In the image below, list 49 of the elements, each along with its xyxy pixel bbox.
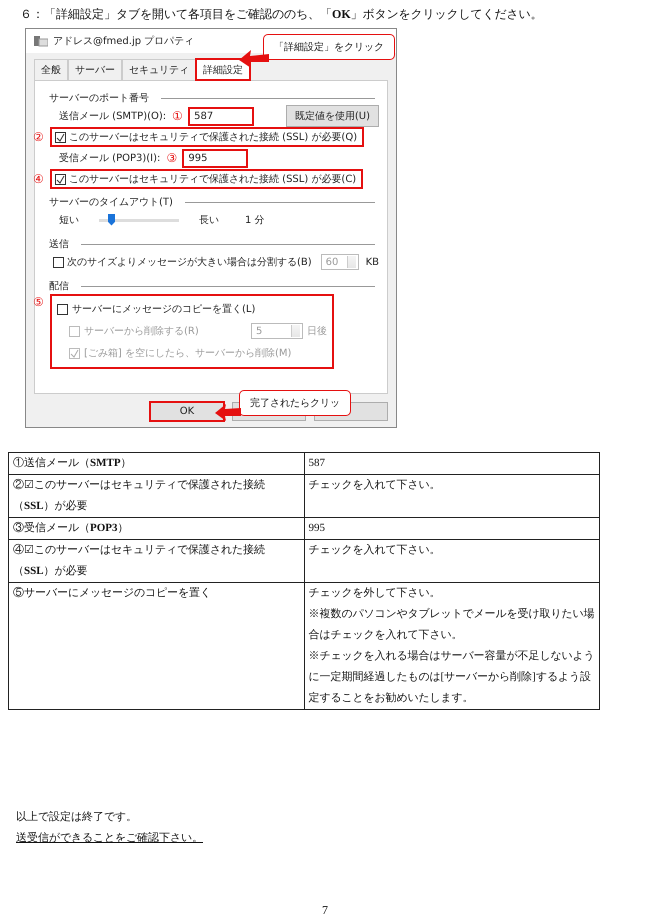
input-field[interactable]: 587	[189, 108, 254, 124]
tab[interactable]: セキュリティ	[122, 59, 196, 80]
step-marker: ②	[33, 130, 45, 144]
field-label: 受信メール (POP3)(I):	[59, 152, 160, 165]
checkbox-label: サーバーから削除する(R)	[84, 324, 199, 338]
step-marker: ④	[33, 172, 45, 186]
default-button[interactable]: 既定値を使用(U)	[286, 105, 379, 127]
callout-tooltip: 「詳細設定」をクリック	[263, 34, 395, 60]
checkbox-label: 次のサイズよりメッセージが大きい場合は分割する(B)	[67, 256, 312, 269]
table-cell: ⑤サーバーにメッセージのコピーを置く	[8, 582, 304, 710]
table-cell: ①送信メール（SMTP）	[8, 452, 304, 474]
slider-min-label: 短い	[59, 214, 79, 227]
table-cell: ④☑このサーバーはセキュリティで保護された接続（SSL）が必要	[8, 540, 304, 582]
ok-button[interactable]: OK	[150, 402, 224, 421]
timeout-reading: 1 分	[245, 214, 265, 227]
field-label: 送信メール (SMTP)(O):	[59, 110, 166, 123]
checkbox-label: サーバーにメッセージのコピーを置く(L)	[72, 302, 256, 316]
table-cell-text: ※複数のパソコンやタブレットでメールを受け取りたい場合はチェックを入れて下さい。	[308, 606, 595, 643]
unit-label: 日後	[307, 325, 327, 338]
page-number: 7	[322, 903, 328, 917]
table-cell: ③受信メール（POP3）	[8, 518, 304, 540]
group-heading: 配信	[49, 280, 69, 293]
group-heading: 送信	[49, 238, 69, 251]
table-cell-text: ※チェックを入れる場合はサーバー容量が不足しないように一定期間経過したものは[サーバーから削除]するよう設定することをお勧めいたします。	[308, 648, 595, 706]
step-marker: ⑤	[33, 295, 45, 311]
checkbox-label: このサーバーはセキュリティで保護された接続 (SSL) が必要(C)	[69, 172, 356, 186]
table-cell-text: 995	[308, 521, 326, 536]
checkbox-label: このサーバーはセキュリティで保護された接続 (SSL) が必要(Q)	[69, 130, 358, 144]
step-marker: ③	[166, 150, 178, 166]
window-title: アドレス@fmed.jp プロパティ	[53, 34, 194, 48]
group-heading: サーバーのポート番号	[49, 92, 149, 105]
checkbox-label: [ごみ箱] を空にしたら、サーバーから削除(M)	[84, 346, 292, 360]
tab[interactable]: 全般	[34, 59, 68, 80]
table-cell-text: チェックを入れて下さい。	[308, 478, 442, 493]
table-cell-text: チェックを入れて下さい。	[308, 543, 442, 558]
closing-text: 送受信ができることをご確認下さい。	[16, 830, 203, 846]
instruction-text: ６：「詳細設定」タブを開いて各項目をご確認ののち、「OK」ボタンをクリックしてください。	[19, 6, 544, 22]
closing-text: 以上で設定は終了です。	[16, 809, 138, 825]
callout-tooltip: 完了されたらクリッ	[239, 390, 351, 416]
tab[interactable]: 詳細設定	[196, 59, 250, 80]
unit-label: KB	[366, 256, 379, 268]
table-cell-text: チェックを外して下さい。	[308, 586, 442, 601]
table-cell-text: 587	[308, 456, 326, 471]
slider-max-label: 長い	[199, 214, 219, 227]
table-cell: ②☑このサーバーはセキュリティで保護された接続（SSL）が必要	[8, 474, 304, 518]
input-field[interactable]: 995	[183, 150, 248, 166]
tab[interactable]: サーバー	[68, 59, 122, 80]
step-marker: ①	[172, 108, 184, 124]
group-heading: サーバーのタイムアウト(T)	[49, 196, 173, 209]
